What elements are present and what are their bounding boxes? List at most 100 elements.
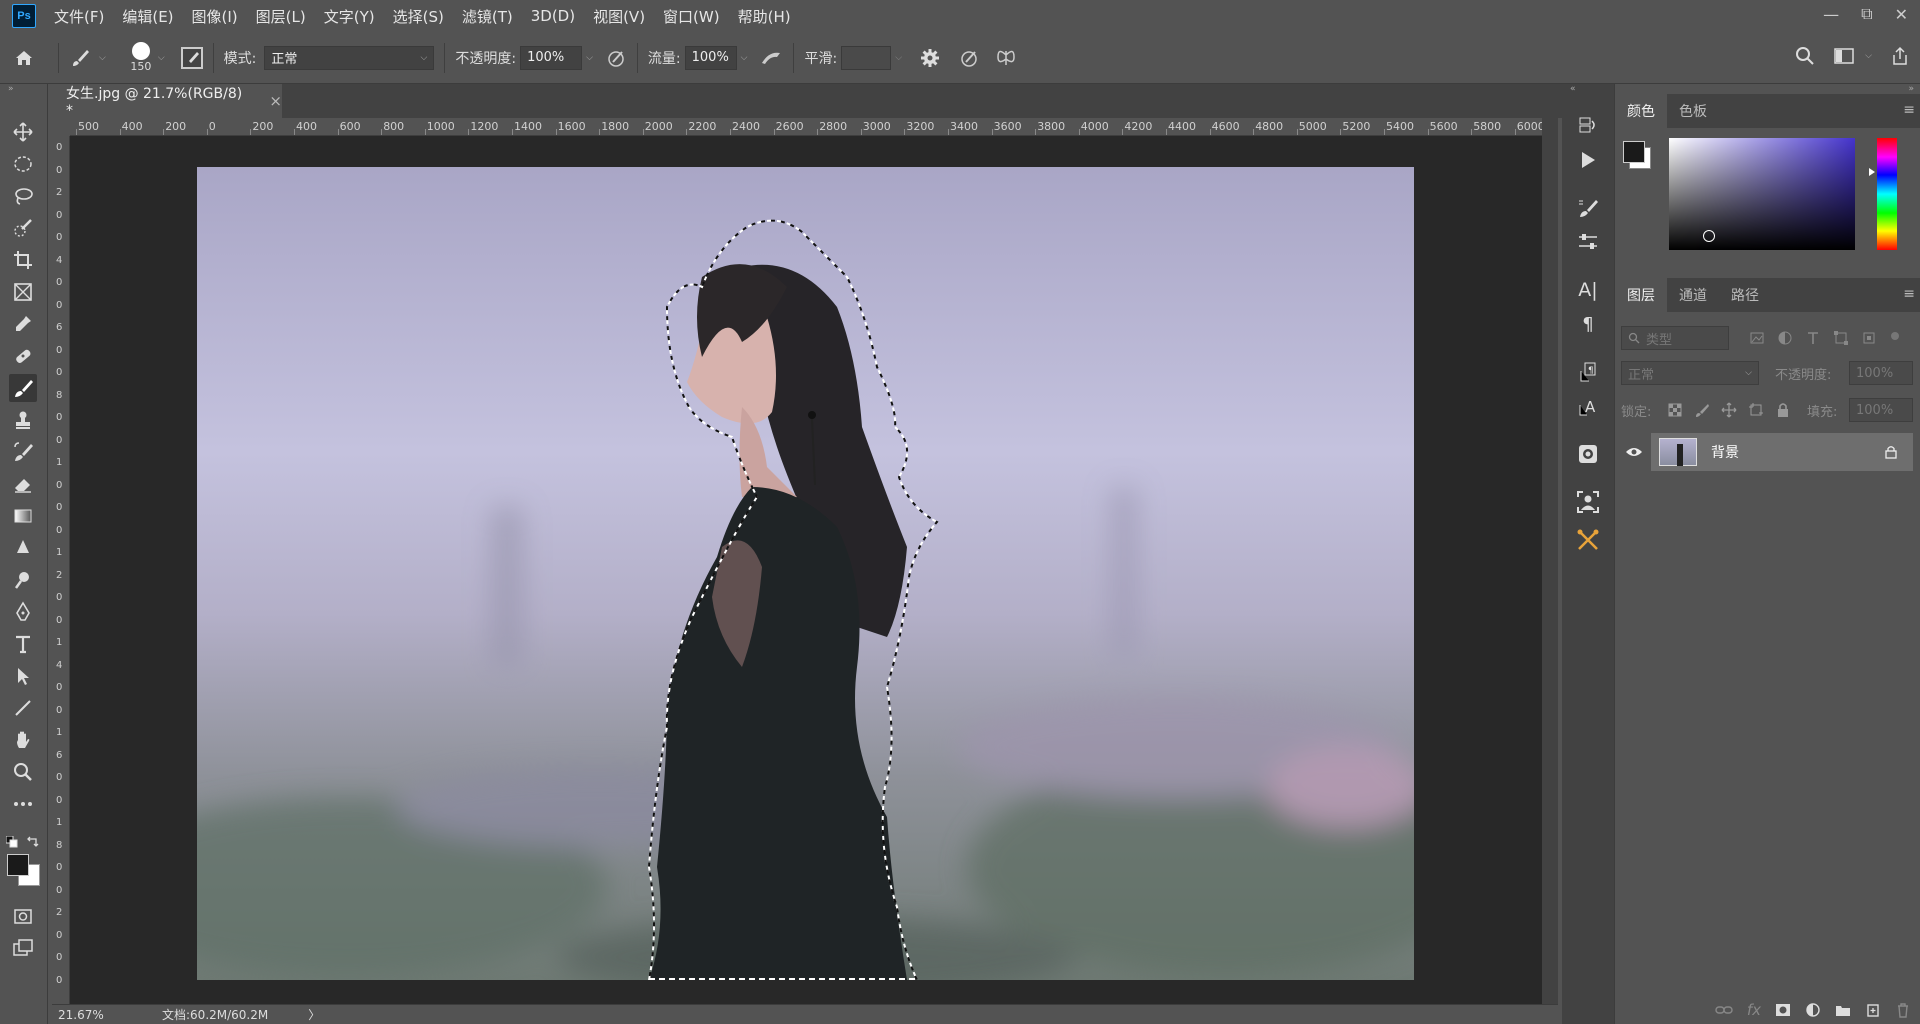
document-image[interactable] [197, 167, 1414, 980]
menu-window[interactable]: 窗口(W) [663, 6, 720, 27]
lock-transparent-icon[interactable] [1667, 402, 1683, 418]
type-tool[interactable] [9, 630, 37, 658]
minimize-button[interactable]: — [1823, 5, 1839, 24]
zoom-level[interactable]: 21.67% [58, 1008, 148, 1022]
status-info-arrow[interactable]: 〉 [308, 1006, 320, 1023]
line-tool[interactable] [9, 694, 37, 722]
horizontal-ruler[interactable]: 500 400 200 0 200 400 600 800 1000 1200 1400 1600 18… [70, 118, 1542, 136]
symmetry-butterfly-icon[interactable] [994, 47, 1018, 69]
paragraph-styles-button[interactable]: ¶ [1574, 358, 1602, 386]
type-filter-icon[interactable] [1805, 330, 1821, 346]
fx-icon[interactable]: fx [1747, 1001, 1761, 1019]
color-field[interactable] [1669, 138, 1855, 250]
link-layers-icon[interactable] [1715, 1003, 1733, 1017]
tab-channels[interactable]: 通道 [1667, 278, 1719, 312]
airbrush-icon[interactable] [759, 47, 783, 69]
character-styles-button[interactable]: A [1574, 392, 1602, 420]
new-layer-icon[interactable] [1865, 1002, 1881, 1018]
path-selection-tool[interactable] [9, 662, 37, 690]
document-tab[interactable]: 女生.jpg @ 21.7%(RGB/8) * × [52, 84, 282, 119]
marquee-tool[interactable] [9, 150, 37, 178]
chevron-down-icon[interactable]: ⌵ [741, 53, 748, 63]
layer-item-background[interactable]: 背景 [1651, 433, 1913, 471]
tab-paths[interactable]: 路径 [1719, 278, 1771, 312]
eyedropper-tool[interactable] [9, 310, 37, 338]
menu-image[interactable]: 图像(I) [192, 6, 238, 27]
fill-input[interactable]: 100% [1849, 398, 1913, 422]
tool-preset-picker[interactable]: ⌵ [69, 47, 106, 69]
default-colors-icon[interactable] [6, 836, 18, 848]
move-tool[interactable] [9, 118, 37, 146]
clone-stamp-tool[interactable] [9, 406, 37, 434]
lock-icon[interactable] [1885, 445, 1897, 459]
history-panel-button[interactable] [1574, 112, 1602, 140]
brush-settings-panel-button[interactable] [1574, 194, 1602, 222]
menu-help[interactable]: 帮助(H) [738, 6, 791, 27]
lock-pixels-icon[interactable] [1694, 402, 1710, 418]
lasso-tool[interactable] [9, 182, 37, 210]
menu-layer[interactable]: 图层(L) [256, 6, 306, 27]
opacity-input[interactable]: 100% [520, 45, 583, 70]
brush-tool[interactable] [9, 374, 37, 402]
menu-edit[interactable]: 编辑(E) [122, 6, 173, 27]
edit-toolbar-button[interactable] [9, 790, 37, 818]
lock-all-icon[interactable] [1775, 402, 1791, 418]
gear-icon[interactable] [920, 48, 940, 68]
photoshop-logo[interactable]: Ps [12, 4, 36, 28]
dodge-tool[interactable] [9, 566, 37, 594]
delete-layer-icon[interactable] [1895, 1002, 1911, 1018]
zoom-tool[interactable] [9, 758, 37, 786]
close-document-button[interactable]: × [269, 92, 282, 110]
tab-color[interactable]: 颜色 [1615, 94, 1667, 128]
chevron-down-icon[interactable]: ⌵ [158, 53, 165, 63]
menu-select[interactable]: 选择(S) [393, 6, 444, 27]
actions-panel-button[interactable] [1574, 146, 1602, 174]
hand-tool[interactable] [9, 726, 37, 754]
home-button[interactable] [0, 47, 48, 69]
pen-tool[interactable] [9, 598, 37, 626]
panel-menu-icon[interactable]: ≡ [1903, 286, 1915, 302]
hue-slider-handle[interactable] [1869, 168, 1875, 176]
menu-type[interactable]: 文字(Y) [324, 6, 375, 27]
foreground-color-swatch[interactable] [7, 854, 29, 876]
collapse-dock-button[interactable]: » [1908, 84, 1914, 94]
hue-slider[interactable] [1869, 138, 1897, 250]
frame-tool[interactable] [9, 278, 37, 306]
eraser-tool[interactable] [9, 470, 37, 498]
layer-blend-mode-select[interactable]: 正常 ⌵ [1621, 361, 1759, 385]
adjustment-filter-icon[interactable] [1777, 330, 1793, 346]
tab-layers[interactable]: 图层 [1615, 278, 1667, 312]
menu-3d[interactable]: 3D(D) [531, 7, 575, 25]
new-group-icon[interactable] [1835, 1003, 1851, 1017]
blend-mode-select[interactable]: 正常 ⌵ [264, 45, 435, 70]
search-icon[interactable] [1795, 46, 1815, 66]
pixel-filter-icon[interactable] [1749, 330, 1765, 346]
smoothing-input[interactable] [841, 45, 892, 70]
layer-opacity-input[interactable]: 100% [1849, 361, 1913, 385]
lock-position-icon[interactable] [1721, 402, 1737, 418]
lock-artboard-icon[interactable] [1748, 402, 1764, 418]
close-window-button[interactable]: ✕ [1895, 5, 1908, 24]
healing-brush-tool[interactable] [9, 342, 37, 370]
menu-file[interactable]: 文件(F) [54, 6, 104, 27]
blur-tool[interactable] [9, 534, 37, 562]
filter-toggle-icon[interactable] [1889, 330, 1901, 342]
plugin-panel-button[interactable] [1574, 526, 1602, 554]
gradient-tool[interactable] [9, 502, 37, 530]
quick-selection-tool[interactable] [9, 214, 37, 242]
brush-settings-button[interactable] [180, 46, 203, 69]
visibility-eye-icon[interactable] [1625, 446, 1643, 458]
ruler-origin[interactable] [52, 118, 70, 136]
pressure-opacity-icon[interactable] [605, 47, 627, 69]
add-mask-icon[interactable] [1775, 1003, 1791, 1017]
paragraph-panel-button[interactable]: ¶ [1574, 310, 1602, 338]
quick-mask-button[interactable] [9, 902, 37, 930]
adjustment-layer-icon[interactable] [1805, 1002, 1821, 1018]
shape-filter-icon[interactable] [1833, 330, 1849, 346]
swap-colors-icon[interactable] [26, 836, 40, 848]
restore-button[interactable]: ⧉ [1861, 4, 1872, 24]
brush-size-picker[interactable]: 150 [128, 42, 154, 73]
tab-swatches[interactable]: 色板 [1667, 94, 1719, 128]
vertical-scrollbar[interactable] [1542, 118, 1558, 1004]
menu-view[interactable]: 视图(V) [593, 6, 645, 27]
